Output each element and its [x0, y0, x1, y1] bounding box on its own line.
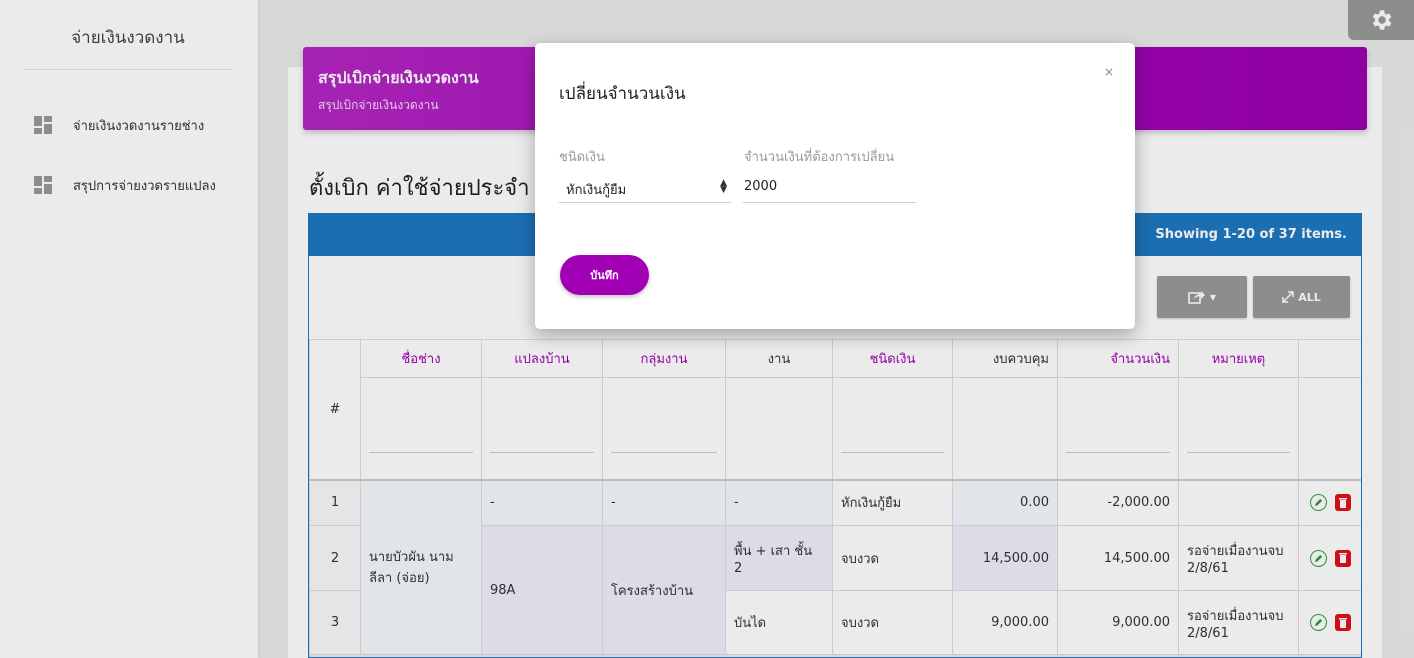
amount-input[interactable]: 2000 [743, 171, 916, 203]
money-type-select[interactable]: หักเงินกู้ยืม ▲ ▼ [559, 171, 731, 203]
change-amount-modal: เปลี่ยนจำนวนเงิน × ชนิดเงิน จำนวนเงินที่… [535, 43, 1135, 329]
save-button[interactable]: บันทึก [560, 255, 649, 295]
close-button[interactable]: × [1104, 65, 1114, 79]
select-arrows-icon: ▲ ▼ [720, 178, 727, 195]
amount-label: จำนวนเงินที่ต้องการเปลี่ยน [744, 150, 895, 165]
money-type-value: หักเงินกู้ยืม [566, 183, 627, 198]
modal-title: เปลี่ยนจำนวนเงิน [559, 84, 686, 104]
money-type-label: ชนิดเงิน [559, 150, 605, 165]
